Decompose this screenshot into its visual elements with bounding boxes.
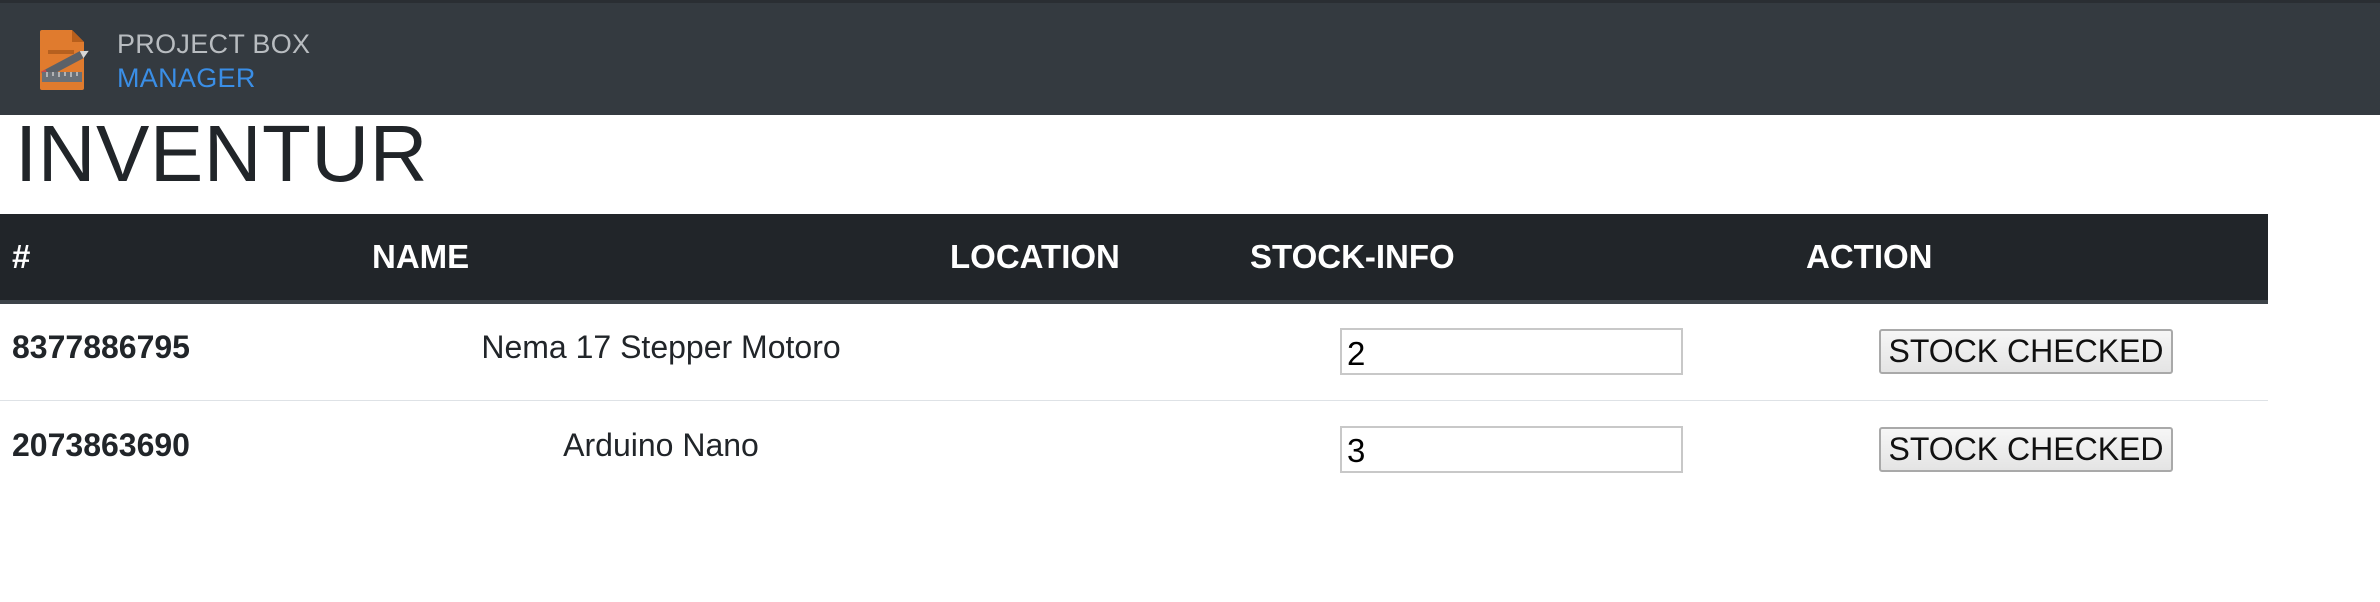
- brand-name[interactable]: PROJECT BOX MANAGER: [117, 27, 310, 95]
- header-location: LOCATION: [950, 214, 1250, 304]
- item-id: 8377886795: [12, 329, 190, 366]
- item-stock-cell: [1250, 400, 1806, 498]
- item-id: 2073863690: [12, 426, 190, 463]
- header-name: NAME: [372, 214, 950, 304]
- page-title: INVENTUR: [15, 109, 428, 198]
- top-navbar: PROJECT BOX MANAGER: [0, 0, 2380, 115]
- table-header-row: # NAME LOCATION STOCK-INFO ACTION: [0, 214, 2268, 304]
- item-name: Arduino Nano: [563, 426, 759, 463]
- brand-line-2: MANAGER: [117, 63, 256, 93]
- stock-quantity-input[interactable]: [1340, 425, 1683, 473]
- inventory-table: # NAME LOCATION STOCK-INFO ACTION 837788…: [0, 214, 2268, 498]
- header-id: #: [0, 214, 372, 304]
- table-header: # NAME LOCATION STOCK-INFO ACTION: [0, 214, 2268, 304]
- header-stock-info: STOCK-INFO: [1250, 214, 1806, 304]
- brand-line-1: PROJECT BOX: [117, 29, 311, 59]
- table-row: 2073863690 Arduino Nano STOCK CHECKED: [0, 400, 2268, 498]
- stock-checked-button[interactable]: STOCK CHECKED: [1879, 329, 2173, 375]
- stock-quantity-input[interactable]: [1340, 328, 1683, 376]
- item-action-cell: STOCK CHECKED: [1806, 302, 2268, 400]
- item-stock-cell: [1250, 302, 1806, 400]
- item-location: [950, 400, 1250, 498]
- stock-checked-button[interactable]: STOCK CHECKED: [1879, 426, 2173, 472]
- document-pencil-icon[interactable]: [38, 28, 90, 92]
- item-location: [950, 302, 1250, 400]
- header-action: ACTION: [1806, 214, 2268, 304]
- table-row: 8377886795 Nema 17 Stepper Motoro STOCK …: [0, 302, 2268, 400]
- inventory-table-container: # NAME LOCATION STOCK-INFO ACTION 837788…: [0, 214, 2268, 498]
- item-action-cell: STOCK CHECKED: [1806, 400, 2268, 498]
- table-body: 8377886795 Nema 17 Stepper Motoro STOCK …: [0, 302, 2268, 498]
- item-name: Nema 17 Stepper Motoro: [481, 329, 841, 366]
